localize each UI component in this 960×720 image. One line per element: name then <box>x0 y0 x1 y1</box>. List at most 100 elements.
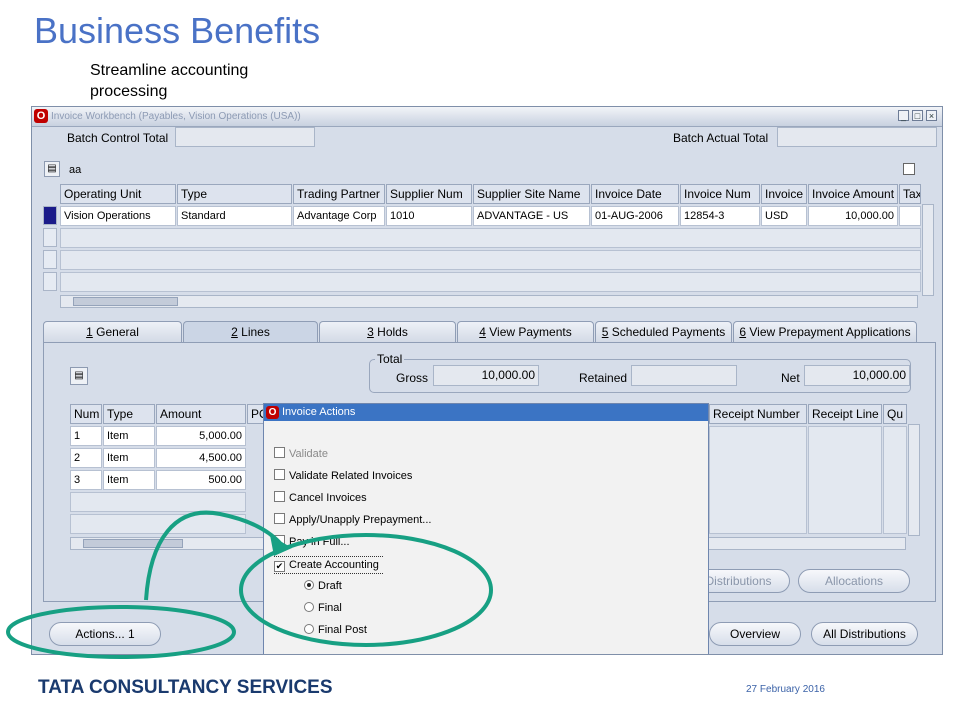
allocations-button[interactable]: Allocations <box>798 569 910 593</box>
record-indicator[interactable] <box>43 272 57 291</box>
column-header[interactable]: Receipt Line <box>808 404 882 424</box>
all-distributions-button[interactable]: All Distributions <box>811 622 918 646</box>
table-row[interactable] <box>60 228 921 248</box>
invoice-cell[interactable]: Standard <box>177 206 292 226</box>
receipt-line-column[interactable] <box>808 426 882 534</box>
line-cell[interactable]: 2 <box>70 448 102 468</box>
column-header[interactable]: Invoice <box>761 184 807 204</box>
invoice-cell[interactable]: USD <box>761 206 807 226</box>
horizontal-scrollbar[interactable] <box>60 295 918 308</box>
batch-control-total-field[interactable] <box>175 127 315 147</box>
table-row[interactable] <box>70 514 246 534</box>
draft-radio-option[interactable]: Draft <box>304 578 342 594</box>
cancel-invoices-option[interactable]: Cancel Invoices <box>274 490 367 506</box>
maximize-icon[interactable]: □ <box>912 110 923 121</box>
line-cell[interactable]: 4,500.00 <box>156 448 246 468</box>
tab-general[interactable]: 1 General <box>43 321 182 342</box>
overview-button[interactable]: Overview <box>709 622 801 646</box>
cancel-invoices-checkbox[interactable] <box>274 491 285 502</box>
slide-date: 27 February 2016 <box>746 684 825 695</box>
minimize-icon[interactable]: _ <box>898 110 909 121</box>
invoice-cell[interactable]: 01-AUG-2006 <box>591 206 679 226</box>
pay-in-full-option[interactable]: Pay in Full... <box>274 534 350 550</box>
record-indicator[interactable] <box>43 228 57 247</box>
validate-checkbox[interactable] <box>274 447 285 458</box>
draft-radio[interactable] <box>304 580 314 590</box>
retained-field[interactable] <box>631 365 737 386</box>
line-cell[interactable]: 1 <box>70 426 102 446</box>
table-row[interactable] <box>60 272 921 292</box>
invoice-cell[interactable]: 10,000.00 <box>808 206 898 226</box>
quantity-column[interactable] <box>883 426 907 534</box>
invoice-cell[interactable]: 1010 <box>386 206 472 226</box>
column-header[interactable]: Num <box>70 404 102 424</box>
actions-button[interactable]: Actions... 1 <box>49 622 161 646</box>
invoice-cell[interactable]: Advantage Corp <box>293 206 385 226</box>
window-title-bar: O Invoice Workbench (Payables, Vision Op… <box>32 107 942 127</box>
validate-option[interactable]: Validate <box>274 446 328 462</box>
column-header[interactable]: Invoice Amount <box>808 184 898 204</box>
retained-label: Retained <box>579 371 628 385</box>
tab-view-prepayment-applications[interactable]: 6 View Prepayment Applications <box>733 321 917 342</box>
close-icon[interactable]: × <box>926 110 937 121</box>
table-row[interactable] <box>60 250 921 270</box>
tab-lines[interactable]: 2 Lines <box>183 321 318 343</box>
tab-holds[interactable]: 3 Holds <box>319 321 456 342</box>
final-radio-option[interactable]: Final <box>304 600 342 616</box>
column-header[interactable]: Invoice Date <box>591 184 679 204</box>
column-header[interactable]: Type <box>177 184 292 204</box>
net-field[interactable]: 10,000.00 <box>804 365 910 386</box>
batch-actual-total-field[interactable] <box>777 127 937 147</box>
table-row[interactable] <box>70 492 246 512</box>
line-cell[interactable]: Item <box>103 470 155 490</box>
final-post-radio-option[interactable]: Final Post <box>304 622 367 638</box>
column-header[interactable]: Invoice Num <box>680 184 760 204</box>
final-radio[interactable] <box>304 602 314 612</box>
line-cell[interactable]: 5,000.00 <box>156 426 246 446</box>
column-header[interactable]: Type <box>103 404 155 424</box>
tab-scheduled-payments[interactable]: 5 Scheduled Payments <box>595 321 732 342</box>
line-cell[interactable]: Item <box>103 448 155 468</box>
line-cell[interactable]: 500.00 <box>156 470 246 490</box>
option-label: Validate <box>289 448 328 460</box>
validate-related-invoices-option[interactable]: Validate Related Invoices <box>274 468 412 484</box>
folder-checkbox[interactable] <box>903 163 915 175</box>
scrollbar-thumb[interactable] <box>73 297 178 306</box>
column-header[interactable]: Amount <box>156 404 246 424</box>
record-indicator[interactable] <box>43 206 57 225</box>
dialog-title-bar: O Invoice Actions <box>264 404 708 421</box>
column-header[interactable]: Qu <box>883 404 907 424</box>
record-indicator[interactable] <box>43 250 57 269</box>
vertical-scrollbar[interactable] <box>908 424 920 536</box>
line-cell[interactable]: Item <box>103 426 155 446</box>
scrollbar-thumb[interactable] <box>83 539 183 548</box>
vertical-scrollbar[interactable] <box>922 204 934 296</box>
slide-subtitle-line: processing <box>90 83 168 100</box>
gross-field[interactable]: 10,000.00 <box>433 365 539 386</box>
column-header[interactable]: Tax <box>899 184 921 204</box>
column-header[interactable]: Supplier Site Name <box>473 184 590 204</box>
invoice-cell[interactable]: Vision Operations <box>60 206 176 226</box>
batch-control-total-label: Batch Control Total <box>67 131 169 145</box>
pay-in-full-checkbox[interactable] <box>274 535 285 546</box>
tab-view-payments[interactable]: 4 View Payments <box>457 321 594 342</box>
final-post-radio[interactable] <box>304 624 314 634</box>
invoice-cell[interactable] <box>899 206 921 226</box>
invoice-cell[interactable]: ADVANTAGE - US <box>473 206 590 226</box>
folder-icon[interactable]: ▤ <box>44 161 60 177</box>
column-header[interactable]: Trading Partner <box>293 184 385 204</box>
invoice-cell[interactable]: 12854-3 <box>680 206 760 226</box>
batch-actual-total-label: Batch Actual Total <box>673 131 769 145</box>
apply-unapply-prepayment-checkbox[interactable] <box>274 513 285 524</box>
create-accounting-option[interactable]: ✔ Create Accounting <box>274 556 383 574</box>
create-accounting-checkbox[interactable]: ✔ <box>274 561 285 572</box>
column-header[interactable]: Supplier Num <box>386 184 472 204</box>
column-header[interactable]: Operating Unit <box>60 184 176 204</box>
option-label: Apply/Unapply Prepayment... <box>289 514 432 526</box>
receipt-number-column[interactable] <box>709 426 807 534</box>
apply-unapply-prepayment-option[interactable]: Apply/Unapply Prepayment... <box>274 512 431 528</box>
line-cell[interactable]: 3 <box>70 470 102 490</box>
column-header[interactable]: Receipt Number <box>709 404 807 424</box>
validate-related-invoices-checkbox[interactable] <box>274 469 285 480</box>
folder-icon[interactable]: ▤ <box>70 367 88 385</box>
